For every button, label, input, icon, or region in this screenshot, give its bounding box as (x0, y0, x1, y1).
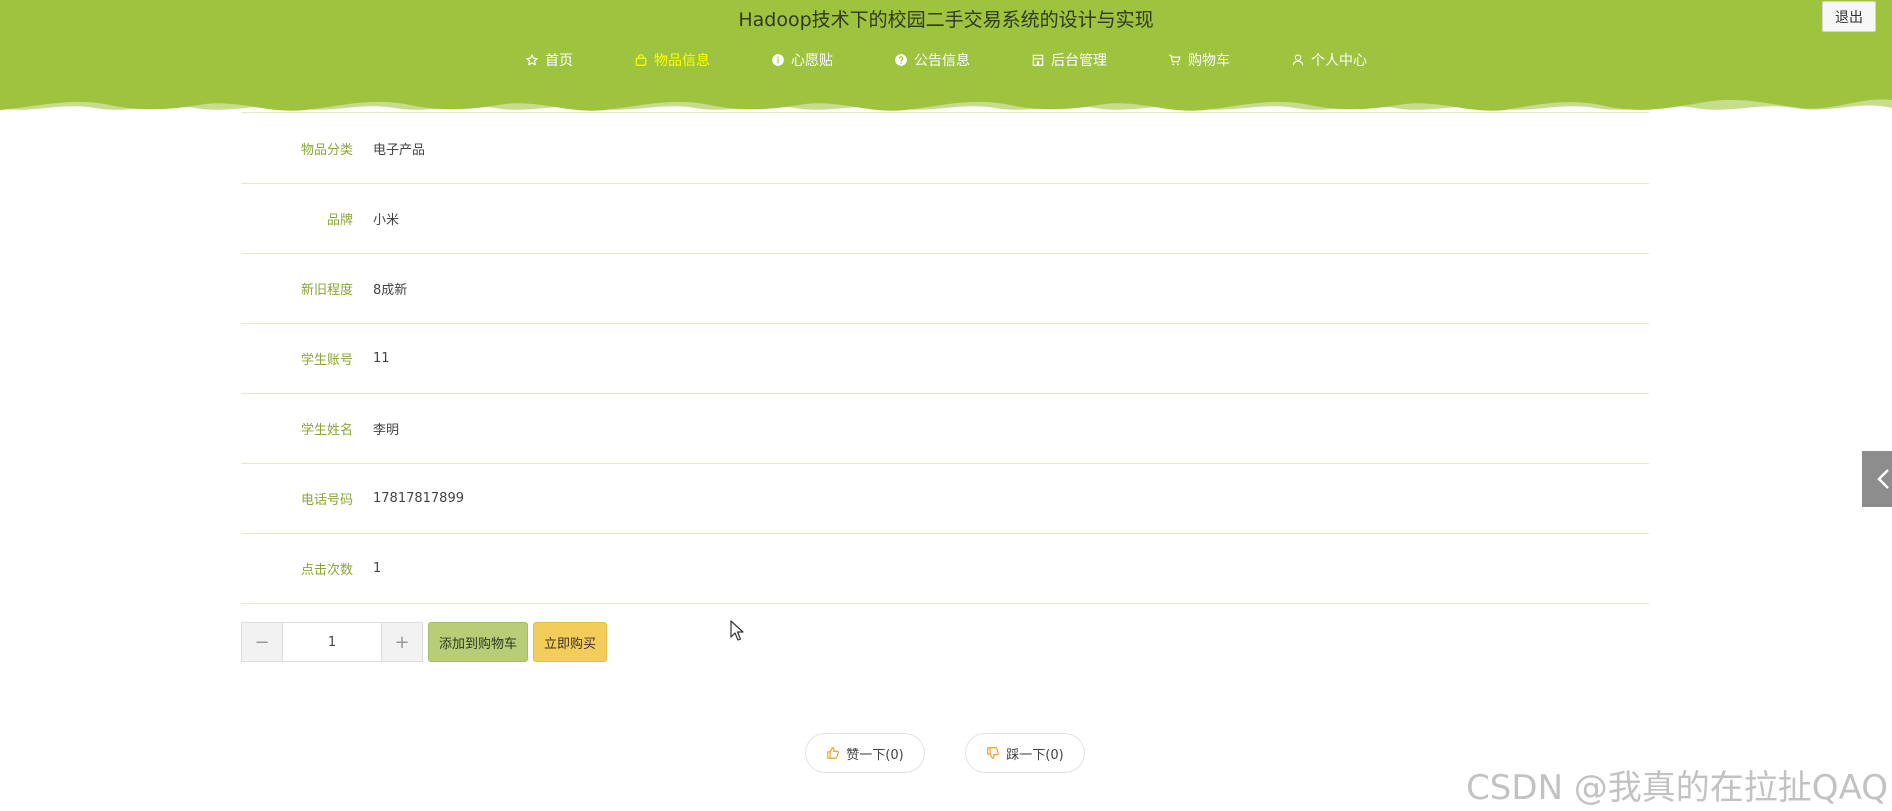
detail-label: 品牌 (326, 213, 353, 228)
bag-icon (635, 54, 647, 66)
watermark: CSDN @我真的在拉扯QAQ (1466, 768, 1888, 808)
like-label: 赞一下(0) (846, 747, 904, 763)
detail-row-click-count: 点击次数 1 (241, 534, 1649, 604)
divider (241, 112, 1649, 113)
user-icon (1292, 54, 1304, 66)
nav-item-wishes[interactable]: 心愿贴 (771, 50, 833, 70)
purchase-actions: − + 添加到购物车 立即购买 (241, 622, 608, 662)
detail-value: 电子产品 (373, 143, 426, 158)
quantity-decrease-button[interactable]: − (242, 623, 282, 661)
detail-row-student-account: 学生账号 11 (241, 324, 1649, 394)
nav-label: 首页 (545, 53, 573, 69)
detail-label: 点击次数 (300, 563, 353, 578)
thumbs-up-icon (827, 747, 840, 759)
thumbs-down-icon (987, 747, 1000, 759)
nav-item-admin[interactable]: 后台管理 (1031, 50, 1107, 70)
detail-value: 小米 (373, 213, 400, 228)
detail-label: 学生账号 (300, 353, 353, 368)
detail-row-phone: 电话号码 17817817899 (241, 464, 1649, 534)
detail-value: 17817817899 (373, 491, 464, 506)
nav-label: 后台管理 (1051, 53, 1107, 69)
chevron-left-icon (1877, 469, 1889, 489)
question-icon (895, 54, 907, 66)
nav-label: 心愿贴 (791, 53, 833, 69)
detail-row-condition: 新旧程度 8成新 (241, 254, 1649, 324)
site-title: Hadoop技术下的校园二手交易系统的设计与实现 (738, 9, 1154, 31)
info-icon (772, 54, 784, 66)
like-button[interactable]: 赞一下(0) (805, 733, 925, 773)
item-details: 物品分类 电子产品 品牌 小米 新旧程度 8成新 学生账号 11 学生姓名 李明… (241, 114, 1649, 604)
main-nav: 首页 物品信息 心愿贴 公告信息 后台管理 购物车 个人中心 (525, 50, 1428, 70)
detail-value: 1 (373, 561, 382, 576)
nav-label: 物品信息 (654, 53, 710, 69)
nav-label: 个人中心 (1311, 53, 1367, 69)
dislike-label: 踩一下(0) (1006, 747, 1064, 763)
detail-value: 李明 (373, 423, 400, 438)
nav-item-profile[interactable]: 个人中心 (1291, 50, 1367, 70)
nav-label: 公告信息 (914, 53, 970, 69)
nav-item-items[interactable]: 物品信息 (634, 50, 710, 70)
quantity-input[interactable] (282, 623, 382, 661)
detail-row-student-name: 学生姓名 李明 (241, 394, 1649, 464)
quantity-stepper: − + (241, 622, 423, 662)
dislike-button[interactable]: 踩一下(0) (965, 733, 1085, 773)
detail-value: 11 (373, 351, 390, 366)
logout-button[interactable]: 退出 (1822, 1, 1876, 32)
detail-label: 新旧程度 (300, 283, 353, 298)
site-header: Hadoop技术下的校园二手交易系统的设计与实现 退出 首页 物品信息 心愿贴 … (0, 0, 1892, 118)
nav-item-cart[interactable]: 购物车 (1168, 50, 1230, 70)
building-icon (1032, 54, 1044, 66)
detail-row-brand: 品牌 小米 (241, 184, 1649, 254)
nav-item-announcements[interactable]: 公告信息 (894, 50, 970, 70)
star-icon (526, 54, 538, 66)
quantity-increase-button[interactable]: + (382, 623, 422, 661)
add-to-cart-button[interactable]: 添加到购物车 (428, 622, 529, 662)
nav-item-home[interactable]: 首页 (525, 50, 573, 70)
detail-label: 学生姓名 (300, 423, 353, 438)
detail-label: 物品分类 (300, 143, 353, 158)
side-drawer-toggle[interactable] (1862, 451, 1892, 507)
mouse-cursor-icon (730, 620, 744, 641)
buy-now-button[interactable]: 立即购买 (533, 622, 608, 662)
nav-label: 购物车 (1188, 53, 1230, 69)
detail-value: 8成新 (373, 283, 408, 298)
cart-icon (1169, 54, 1181, 66)
detail-row-category: 物品分类 电子产品 (241, 114, 1649, 184)
detail-label: 电话号码 (300, 493, 353, 508)
